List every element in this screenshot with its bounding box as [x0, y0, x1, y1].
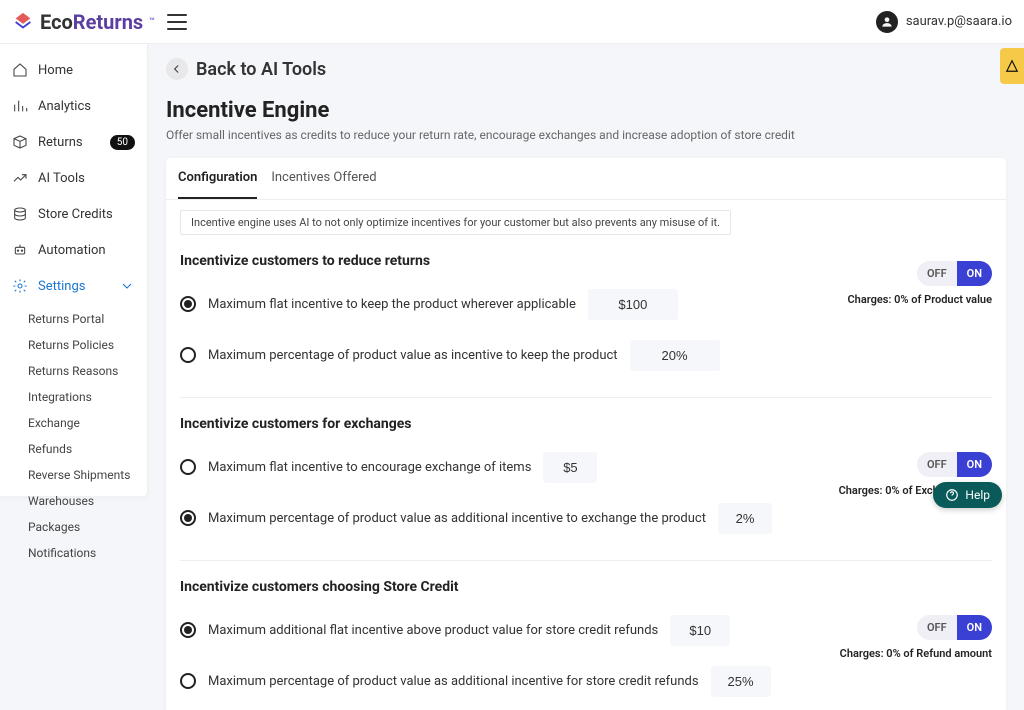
- option-row: Maximum additional flat incentive above …: [180, 615, 992, 646]
- sidebar-item-label: Automation: [38, 243, 106, 258]
- sub-item-returns-reasons[interactable]: Returns Reasons: [28, 358, 147, 384]
- option-row: Maximum percentage of product value as a…: [180, 503, 992, 534]
- section-exchanges: OFFON Charges: 0% of Exchange value Ince…: [180, 397, 992, 534]
- sidebar-item-label: Returns: [38, 135, 83, 150]
- option-label: Maximum percentage of product value as a…: [208, 511, 706, 526]
- help-icon: [945, 488, 959, 502]
- tab-configuration[interactable]: Configuration: [178, 158, 257, 199]
- gear-icon: [12, 278, 28, 294]
- sidebar-item-home[interactable]: Home: [0, 52, 147, 88]
- sidebar-item-analytics[interactable]: Analytics: [0, 88, 147, 124]
- avatar-icon: [876, 11, 898, 33]
- toggle-on: ON: [957, 615, 992, 640]
- page-title: Incentive Engine: [166, 98, 1006, 123]
- section-store-credit: OFFON Charges: 0% of Refund amount Incen…: [180, 560, 992, 697]
- sub-item-returns-policies[interactable]: Returns Policies: [28, 332, 147, 358]
- toggle-on: ON: [957, 452, 992, 477]
- radio-flat-storecredit[interactable]: [180, 622, 196, 638]
- input-flat-keep[interactable]: [588, 289, 678, 320]
- user-menu[interactable]: saurav.p@saara.io: [876, 11, 1012, 33]
- sidebar-item-automation[interactable]: Automation: [0, 232, 147, 268]
- option-label: Maximum flat incentive to encourage exch…: [208, 460, 531, 475]
- input-percent-storecredit[interactable]: [711, 666, 771, 697]
- sidebar-item-returns[interactable]: Returns 50: [0, 124, 147, 160]
- charges-text: Charges: 0% of Product value: [847, 293, 992, 306]
- robot-icon: [12, 242, 28, 258]
- sub-item-warehouses[interactable]: Warehouses: [28, 488, 147, 514]
- help-button[interactable]: Help: [933, 482, 1002, 508]
- main-content: Back to AI Tools Incentive Engine Offer …: [148, 44, 1024, 710]
- content-card: Configuration Incentives Offered Incenti…: [166, 158, 1006, 710]
- sub-item-exchange[interactable]: Exchange: [28, 410, 147, 436]
- toggle-store-credit[interactable]: OFFON: [917, 615, 992, 640]
- section-title: Incentivize customers choosing Store Cre…: [180, 579, 992, 595]
- ai-note: Incentive engine uses AI to not only opt…: [180, 210, 731, 235]
- topbar: EcoReturns ™ saurav.p@saara.io: [0, 0, 1024, 44]
- option-row: Maximum percentage of product value as i…: [180, 340, 992, 371]
- radio-percent-storecredit[interactable]: [180, 673, 196, 689]
- section-title: Incentivize customers for exchanges: [180, 416, 992, 432]
- sidebar-item-store-credits[interactable]: Store Credits: [0, 196, 147, 232]
- brand-text-returns: Returns: [73, 10, 143, 34]
- sidebar-item-label: Store Credits: [38, 207, 113, 222]
- back-button[interactable]: Back to AI Tools: [166, 58, 1006, 80]
- input-flat-exchange[interactable]: [543, 452, 597, 483]
- box-icon: [12, 134, 28, 150]
- coins-icon: [12, 206, 28, 222]
- menu-toggle-icon[interactable]: [167, 14, 187, 30]
- sub-item-reverse-shipments[interactable]: Reverse Shipments: [28, 462, 147, 488]
- option-row: Maximum percentage of product value as a…: [180, 666, 992, 697]
- sidebar-item-label: AI Tools: [38, 171, 85, 186]
- radio-percent-keep[interactable]: [180, 347, 196, 363]
- help-label: Help: [965, 488, 990, 502]
- toggle-exchanges[interactable]: OFFON: [917, 452, 992, 477]
- page-description: Offer small incentives as credits to red…: [166, 127, 1006, 144]
- option-row: Maximum flat incentive to encourage exch…: [180, 452, 992, 483]
- brand-logo[interactable]: EcoReturns ™: [12, 10, 155, 34]
- sub-item-packages[interactable]: Packages: [28, 514, 147, 540]
- tab-incentives-offered[interactable]: Incentives Offered: [271, 158, 376, 199]
- toggle-off: OFF: [917, 615, 957, 640]
- section-reduce-returns: OFFON Charges: 0% of Product value Incen…: [180, 253, 992, 371]
- sidebar-item-label: Home: [38, 63, 73, 78]
- settings-submenu: Returns Portal Returns Policies Returns …: [0, 304, 147, 570]
- input-percent-exchange[interactable]: [718, 503, 772, 534]
- input-flat-storecredit[interactable]: [670, 615, 730, 646]
- section-title: Incentivize customers to reduce returns: [180, 253, 992, 269]
- radio-percent-exchange[interactable]: [180, 510, 196, 526]
- logo-icon: [12, 11, 34, 33]
- analytics-icon: [12, 98, 28, 114]
- sub-item-integrations[interactable]: Integrations: [28, 384, 147, 410]
- arrow-left-icon: [166, 58, 188, 80]
- home-icon: [12, 62, 28, 78]
- toggle-reduce-returns[interactable]: OFFON: [917, 261, 992, 286]
- sidebar-item-label: Analytics: [38, 99, 91, 114]
- tabs: Configuration Incentives Offered: [166, 158, 1006, 200]
- chevron-down-icon: [119, 278, 135, 294]
- back-label: Back to AI Tools: [196, 59, 326, 80]
- toggle-on: ON: [957, 261, 992, 286]
- radio-flat-exchange[interactable]: [180, 459, 196, 475]
- user-email: saurav.p@saara.io: [906, 14, 1012, 29]
- sidebar: Home Analytics Returns 50 AI Tools Store…: [0, 44, 148, 496]
- sidebar-item-label: Settings: [38, 279, 85, 294]
- sub-item-notifications[interactable]: Notifications: [28, 540, 147, 566]
- charges-text: Charges: 0% of Refund amount: [840, 647, 992, 660]
- option-label: Maximum percentage of product value as i…: [208, 348, 618, 363]
- trend-icon: [12, 170, 28, 186]
- brand-text-eco: Eco: [40, 10, 73, 34]
- input-percent-keep[interactable]: [630, 340, 720, 371]
- toggle-off: OFF: [917, 452, 957, 477]
- sidebar-item-settings[interactable]: Settings: [0, 268, 147, 304]
- option-label: Maximum flat incentive to keep the produ…: [208, 297, 576, 312]
- sidebar-item-ai-tools[interactable]: AI Tools: [0, 160, 147, 196]
- sub-item-returns-portal[interactable]: Returns Portal: [28, 306, 147, 332]
- sub-item-refunds[interactable]: Refunds: [28, 436, 147, 462]
- radio-flat-keep[interactable]: [180, 296, 196, 312]
- option-label: Maximum additional flat incentive above …: [208, 623, 658, 638]
- returns-count-badge: 50: [110, 135, 135, 150]
- toggle-off: OFF: [917, 261, 957, 286]
- option-label: Maximum percentage of product value as a…: [208, 674, 699, 689]
